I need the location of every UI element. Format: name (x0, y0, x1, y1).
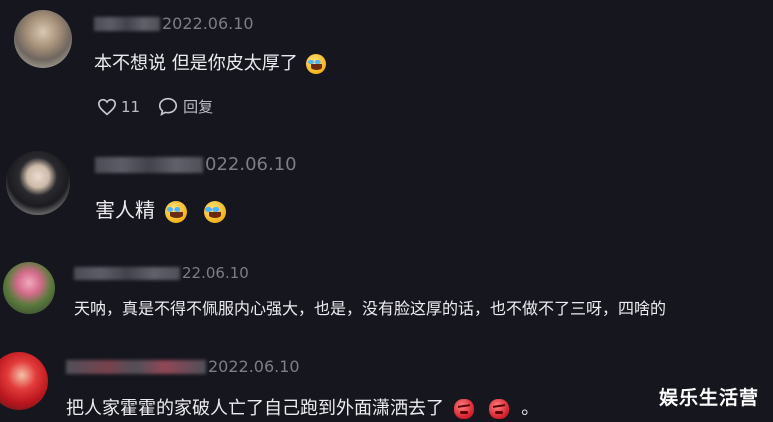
laugh-emoji-icon (306, 54, 327, 74)
avatar[interactable] (0, 352, 48, 410)
comment-text: 天呐，真是不得不佩服内心强大，也是，没有脸这厚的话，也不做不了三呀，四啥的 (74, 299, 667, 318)
comment-text: 害人精 (95, 194, 226, 223)
like-button[interactable]: 11 (97, 98, 140, 116)
username-blurred[interactable] (74, 266, 180, 280)
avatar[interactable] (6, 151, 70, 215)
angry-emoji-icon (489, 399, 510, 419)
comment-date: 2022.06.10 (208, 357, 300, 376)
angry-emoji-icon (453, 399, 474, 419)
laugh-emoji-icon (203, 200, 226, 223)
watermark: 娱乐生活营 (658, 387, 759, 409)
heart-outline-icon (97, 98, 117, 115)
speech-bubble-icon (159, 97, 178, 116)
like-count: 11 (121, 97, 141, 116)
comment-actions: 11 回复 (97, 96, 213, 117)
comment-3: 22.06.10 天呐，真是不得不佩服内心强大，也是，没有脸这厚的话，也不做不了… (0, 252, 773, 342)
comment-meta: 22.06.10 (74, 264, 249, 282)
comment-suffix: 。 (521, 398, 540, 419)
avatar[interactable] (3, 262, 55, 314)
comment-text: 把人家霍霍的家破人亡了自己跑到外面潇洒去了 。 (66, 398, 540, 419)
comment-2: 022.06.10 害人精 (0, 140, 773, 240)
username-blurred[interactable] (66, 359, 206, 374)
comment-1: 2022.06.10 本不想说 但是你皮太厚了 11 回复 (0, 0, 773, 118)
comment-meta: 2022.06.10 (66, 357, 300, 376)
comment-date: 22.06.10 (182, 264, 249, 282)
reply-button[interactable]: 回复 (158, 96, 213, 117)
username-blurred[interactable] (95, 156, 203, 173)
comment-text: 本不想说 但是你皮太厚了 (94, 49, 327, 75)
username-blurred[interactable] (94, 16, 160, 31)
comment-meta: 2022.06.10 (94, 14, 254, 33)
comment-meta: 022.06.10 (95, 154, 297, 175)
comment-4: 2022.06.10 把人家霍霍的家破人亡了自己跑到外面潇洒去了 。 (0, 342, 773, 422)
laugh-emoji-icon (165, 200, 188, 223)
reply-label: 回复 (183, 98, 214, 116)
avatar[interactable] (14, 10, 72, 68)
comment-date: 2022.06.10 (162, 14, 254, 33)
comment-date: 022.06.10 (205, 154, 297, 175)
